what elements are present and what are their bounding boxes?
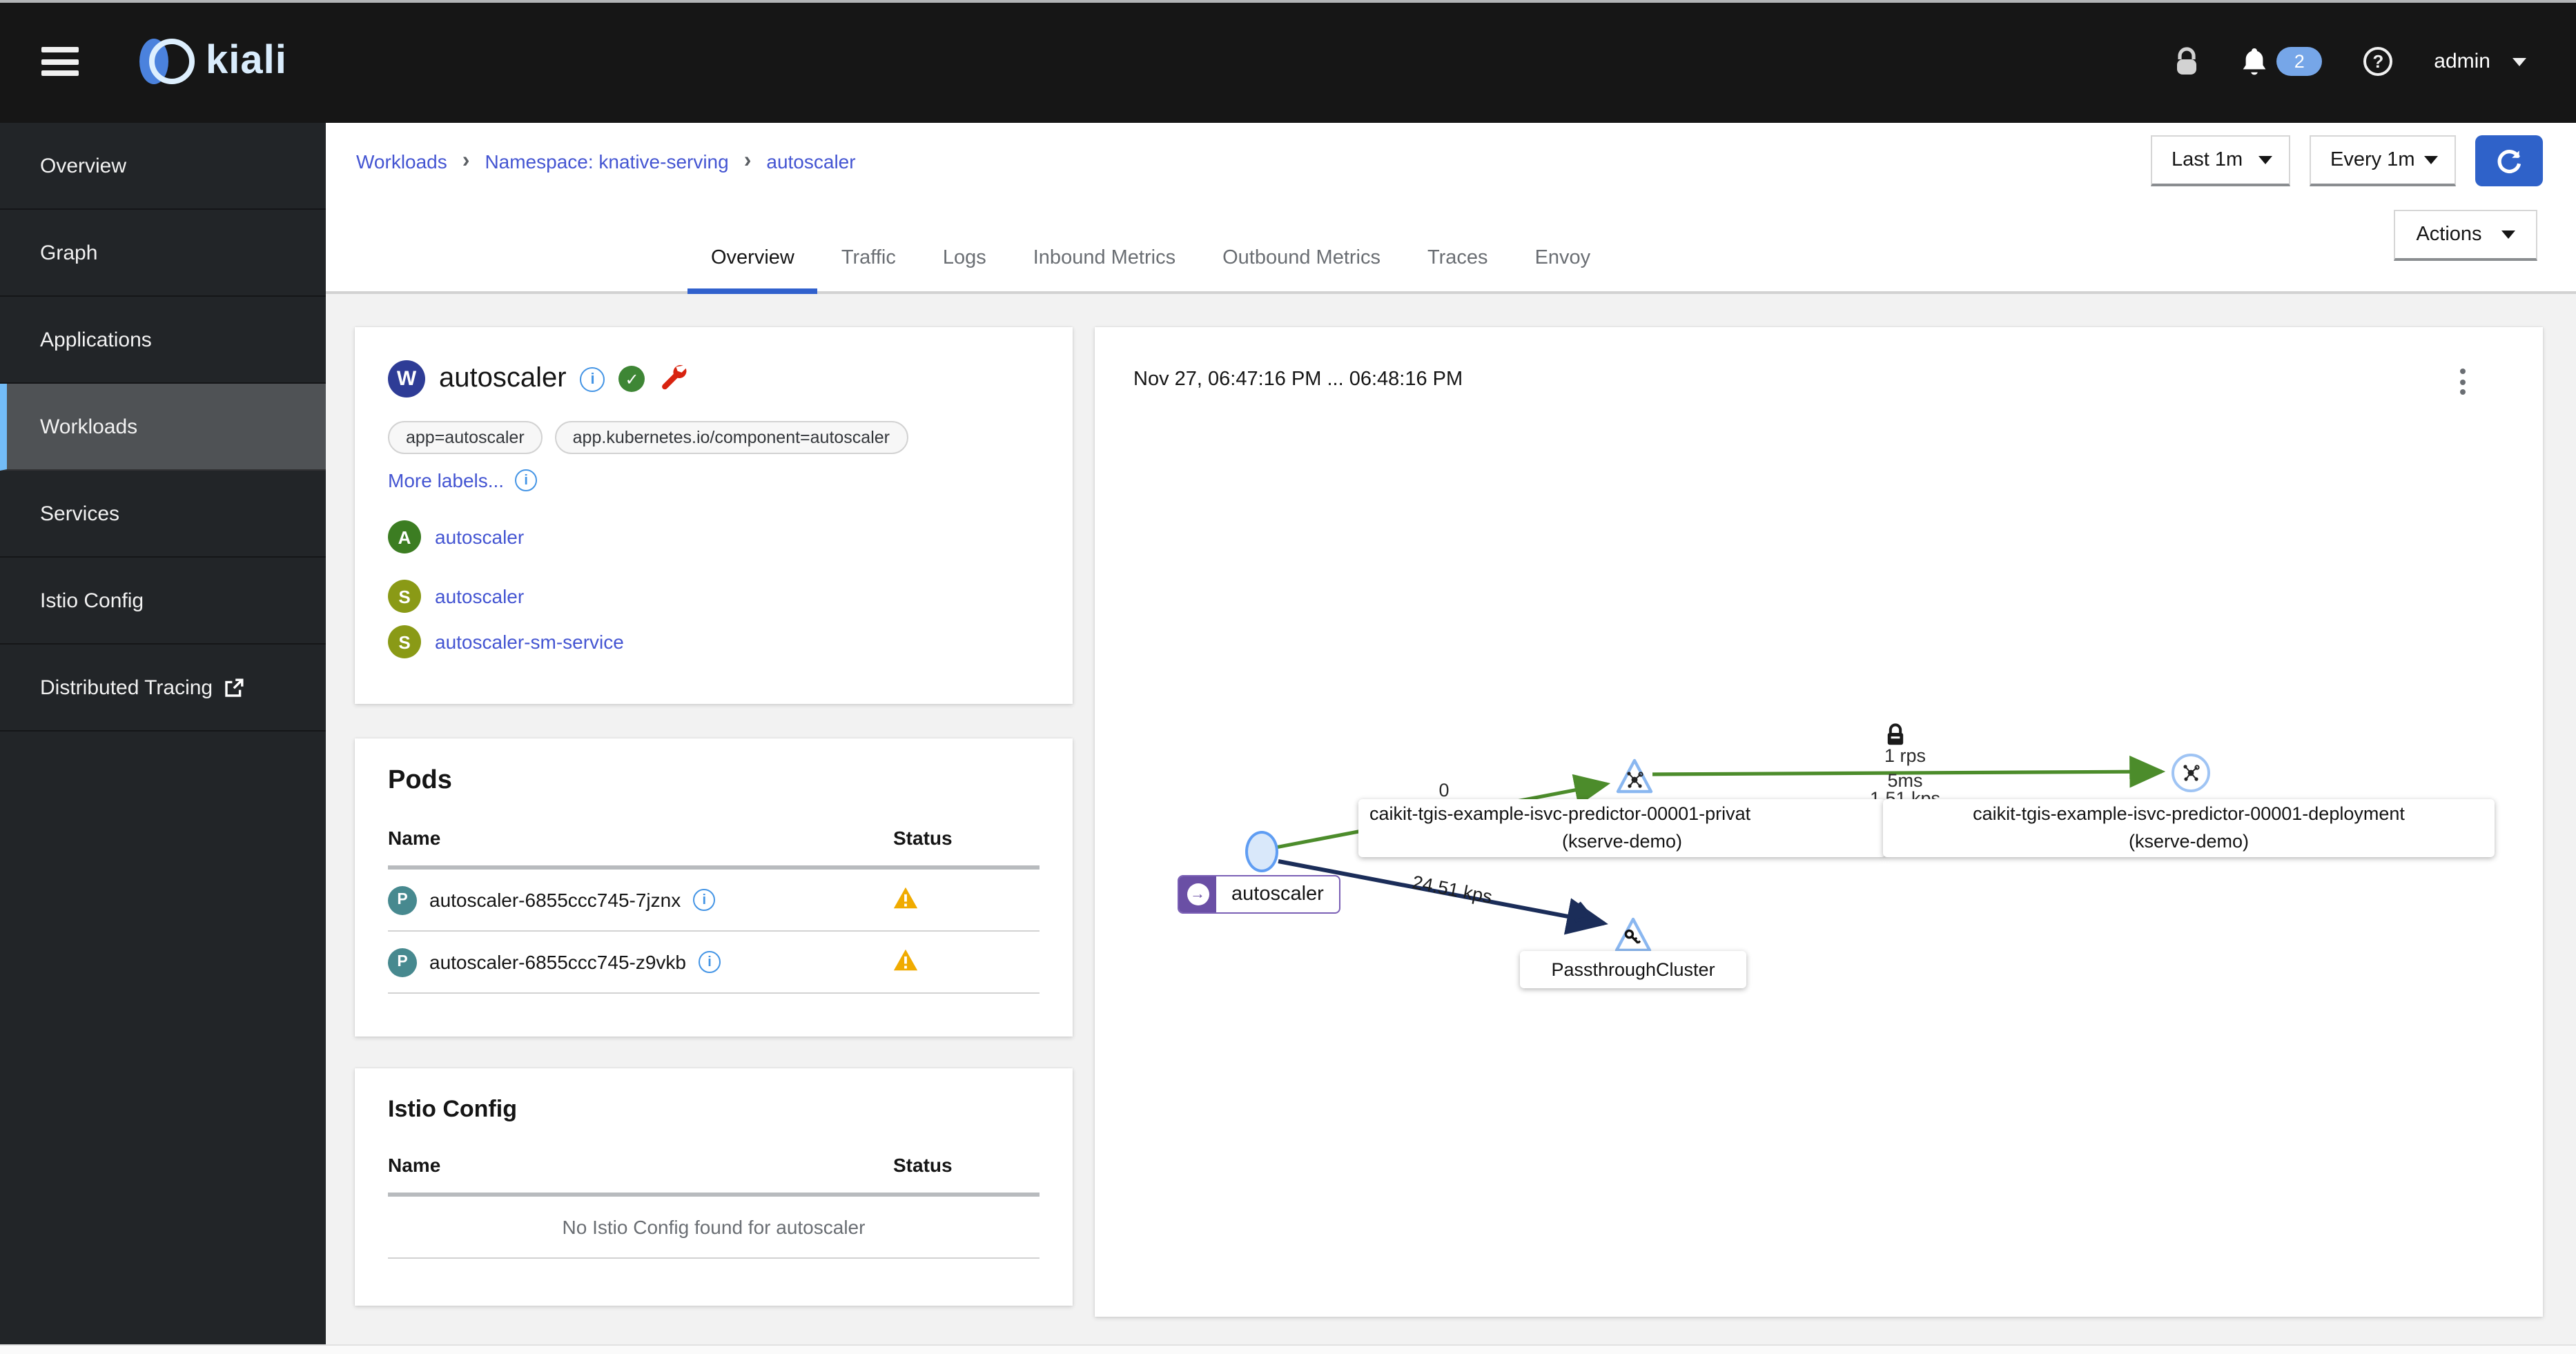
info-icon[interactable] [699, 951, 721, 973]
missing-sidecar-wrench-icon[interactable] [659, 361, 688, 397]
istio-config-card: Istio Config Name Status No Istio Config… [355, 1068, 1073, 1306]
edge-label-occluded: 0 [1438, 780, 1450, 801]
sidebar-item-graph[interactable]: Graph [0, 210, 326, 297]
graph-label-deployment[interactable]: caikit-tgis-example-isvc-predictor-00001… [1883, 799, 2495, 857]
sidebar-item-overview[interactable]: Overview [0, 123, 326, 210]
istio-config-empty-message: No Istio Config found for autoscaler [388, 1197, 1040, 1259]
istio-config-table-header: Name Status [388, 1143, 1040, 1197]
tab-traces[interactable]: Traces [1404, 228, 1512, 294]
label-pill: app=autoscaler [388, 421, 543, 454]
kiali-logo: kiali [139, 39, 287, 84]
sidebar-item-distributed-tracing[interactable]: Distributed Tracing [0, 645, 326, 732]
chevron-down-icon [2512, 57, 2526, 66]
refresh-button[interactable] [2475, 135, 2543, 186]
sync-icon [2497, 150, 2521, 174]
pod-name: autoscaler-6855ccc745-z9vkb [429, 951, 686, 973]
warning-icon[interactable] [893, 948, 918, 972]
workload-entry-badge [1179, 876, 1216, 912]
breadcrumb-separator-icon [462, 149, 470, 174]
table-row: P autoscaler-6855ccc745-z9vkb [388, 932, 1040, 994]
chevron-down-icon [2501, 230, 2515, 239]
service-badge: S [388, 580, 421, 613]
sidebar-item-applications[interactable]: Applications [0, 297, 326, 384]
graph-label-service[interactable]: caikit-tgis-example-isvc-predictor-00001… [1358, 799, 1886, 857]
service-link[interactable]: autoscaler [435, 585, 524, 607]
external-link-icon [224, 677, 244, 698]
actions-menu-button[interactable]: Actions [2394, 210, 2537, 261]
table-row: P autoscaler-6855ccc745-7jznx [388, 870, 1040, 932]
logo-ring-icon [149, 39, 195, 84]
graph-node-passthrough-triangle[interactable] [1612, 915, 1654, 955]
lock-icon[interactable] [2174, 46, 2199, 77]
more-labels-link[interactable]: More labels... [388, 469, 504, 491]
mtls-lock-icon [1887, 723, 1904, 745]
graph-label-passthrough[interactable]: PassthroughCluster [1520, 951, 1746, 988]
menu-toggle-icon[interactable] [41, 47, 79, 76]
breadcrumb-namespace[interactable]: Namespace: knative-serving [485, 150, 728, 173]
breadcrumb-workloads[interactable]: Workloads [356, 150, 447, 173]
chevron-down-icon [2258, 156, 2272, 164]
workload-badge: W [388, 360, 425, 398]
tab-bar: Overview Traffic Logs Inbound Metrics Ou… [687, 228, 1614, 294]
horizontal-scrollbar-track[interactable] [0, 1344, 2576, 1354]
arrow-right-icon [1187, 883, 1209, 905]
info-icon[interactable] [515, 469, 538, 491]
graph-node-autoscaler[interactable] [1245, 831, 1278, 872]
graph-label-autoscaler[interactable]: autoscaler [1178, 875, 1340, 914]
app-link[interactable]: autoscaler [435, 526, 524, 548]
breadcrumb-workload-name[interactable]: autoscaler [766, 150, 855, 173]
label-pill: app.kubernetes.io/component=autoscaler [554, 421, 908, 454]
breadcrumb: Workloads Namespace: knative-serving aut… [356, 149, 856, 174]
pods-table-header: Name Status [388, 816, 1040, 870]
duration-select[interactable]: Last 1m [2151, 135, 2290, 186]
app-badge: A [388, 520, 421, 553]
sidebar-item-workloads[interactable]: Workloads [0, 384, 326, 471]
masthead: kiali 2 admin [0, 0, 2576, 123]
help-icon[interactable] [2363, 47, 2393, 76]
service-badge: S [388, 625, 421, 658]
edge-label-rps: 1 rps [1884, 745, 1926, 766]
window-top-edge [0, 0, 2576, 3]
tab-logs[interactable]: Logs [919, 228, 1010, 294]
sidebar-item-services[interactable]: Services [0, 471, 326, 558]
pod-name: autoscaler-6855ccc745-7jznx [429, 889, 681, 911]
graph-node-deployment[interactable] [2172, 754, 2210, 792]
tab-traffic[interactable]: Traffic [818, 228, 919, 294]
bell-icon [2243, 48, 2266, 75]
istio-config-title: Istio Config [388, 1096, 517, 1122]
user-menu[interactable]: admin [2434, 50, 2526, 73]
mini-graph-card: Nov 27, 06:47:16 PM ... 06:48:16 PM 1 rp… [1095, 327, 2543, 1317]
pods-title: Pods [388, 766, 452, 795]
username: admin [2434, 50, 2490, 73]
sidebar: Overview Graph Applications Workloads Se… [0, 123, 326, 1344]
tab-envoy[interactable]: Envoy [1512, 228, 1614, 294]
main-content: Workloads Namespace: knative-serving aut… [326, 123, 2576, 1344]
warning-icon[interactable] [893, 886, 918, 910]
workload-summary-card: W autoscaler app=autoscaler app.kubernet… [355, 327, 1073, 704]
pods-card: Pods Name Status P autoscaler-6855ccc745… [355, 738, 1073, 1037]
info-icon[interactable] [693, 889, 716, 911]
chevron-down-icon [2424, 156, 2438, 164]
breadcrumb-separator-icon [744, 149, 752, 174]
brand-name: kiali [206, 39, 287, 83]
notifications-button[interactable]: 2 [2241, 46, 2323, 77]
info-icon[interactable] [580, 366, 605, 391]
sidebar-item-istio-config[interactable]: Istio Config [0, 558, 326, 645]
pod-badge: P [388, 948, 417, 977]
service-link[interactable]: autoscaler-sm-service [435, 631, 624, 653]
tab-inbound-metrics[interactable]: Inbound Metrics [1010, 228, 1199, 294]
kiali-app: kiali 2 admin Overview Graph Application… [0, 0, 2576, 1354]
graph-node-service-triangle[interactable] [1614, 756, 1655, 796]
health-ok-icon[interactable] [618, 366, 645, 392]
notification-count-badge[interactable]: 2 [2276, 47, 2323, 76]
workload-name: autoscaler [439, 363, 567, 393]
pod-badge: P [388, 885, 417, 914]
tab-outbound-metrics[interactable]: Outbound Metrics [1199, 228, 1404, 294]
refresh-interval-select[interactable]: Every 1m [2310, 135, 2456, 186]
tab-overview[interactable]: Overview [687, 228, 818, 294]
page-header: Workloads Namespace: knative-serving aut… [326, 123, 2576, 294]
